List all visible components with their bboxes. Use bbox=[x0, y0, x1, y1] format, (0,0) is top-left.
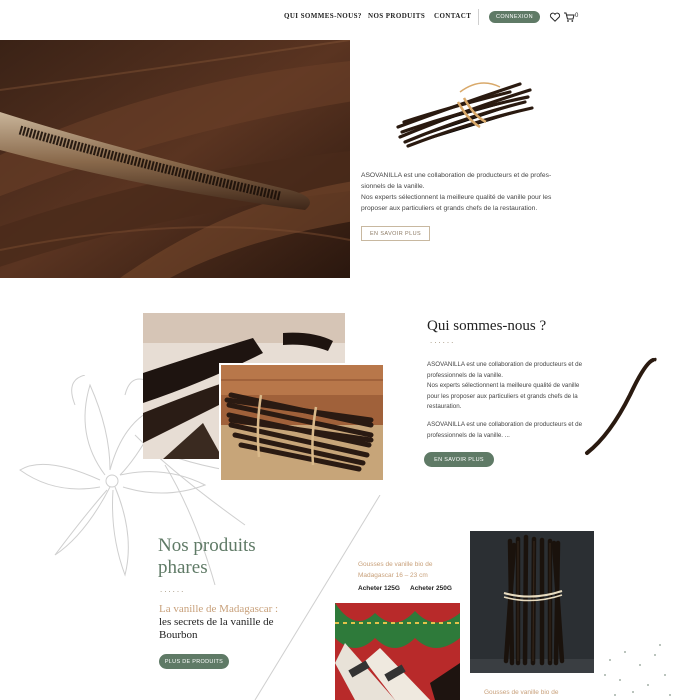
cart-count: 0 bbox=[575, 13, 579, 19]
hero-vanilla-closeup-image bbox=[0, 40, 350, 278]
buy-125g-link[interactable]: Acheter 125G bbox=[358, 585, 400, 592]
about-paragraph-1: ASOVANILLA est une collaboration de prod… bbox=[427, 361, 583, 379]
buy-250g-link[interactable]: Acheter 250G bbox=[410, 585, 452, 592]
product-card-1-name[interactable]: Gousses de vanille bio de Madagascar 16 … bbox=[358, 559, 463, 581]
heart-icon[interactable] bbox=[549, 11, 561, 23]
about-dots-divider: ...... bbox=[430, 336, 456, 345]
cart-icon[interactable] bbox=[563, 11, 575, 23]
top-nav: QUI SOMMES-NOUS? NOS PRODUITS CONTACT CO… bbox=[0, 0, 700, 36]
hero-learn-more-button[interactable]: EN SAVOIR PLUS bbox=[361, 226, 430, 241]
connexion-button[interactable]: CONNEXION bbox=[489, 11, 540, 23]
about-vanilla-bundle-image bbox=[219, 363, 383, 480]
products-subtitle: les secrets de la vanille de Bourbon bbox=[159, 616, 274, 641]
nav-link-contact[interactable]: CONTACT bbox=[434, 12, 471, 20]
nav-divider bbox=[478, 9, 479, 25]
product-1-image[interactable] bbox=[335, 603, 460, 700]
single-vanilla-pod-image bbox=[585, 357, 657, 455]
hero-description: ASOVANILLA est une collaboration de prod… bbox=[361, 170, 566, 214]
nav-link-produits[interactable]: NOS PRODUITS bbox=[368, 12, 425, 20]
product-card-2-name[interactable]: Gousses de vanille bio de bbox=[484, 689, 558, 696]
more-products-button[interactable]: PLUS DE PRODUITS bbox=[159, 654, 229, 669]
products-title: Nos produits phares bbox=[158, 535, 256, 578]
hero-text-line1: ASOVANILLA est une collaboration de prod… bbox=[361, 172, 552, 190]
products-subtitle-accent: La vanille de Madagascar : bbox=[159, 603, 279, 615]
hero-text-line2: Nos experts sélectionnent la meilleure q… bbox=[361, 194, 552, 212]
about-paragraph-2: Nos experts sélectionnent la meilleure q… bbox=[427, 382, 580, 410]
vanilla-bundle-image bbox=[396, 82, 534, 148]
product-2-image[interactable] bbox=[470, 531, 594, 673]
products-dots-divider: ...... bbox=[160, 585, 186, 594]
about-learn-more-button[interactable]: EN SAVOIR PLUS bbox=[424, 452, 494, 467]
about-paragraph-3: ASOVANILLA est une collaboration de prod… bbox=[427, 421, 583, 439]
sparkle-decoration bbox=[604, 644, 671, 696]
about-title: Qui sommes-nous ? bbox=[427, 318, 547, 334]
nav-link-qui-sommes-nous[interactable]: QUI SOMMES-NOUS? bbox=[284, 12, 362, 20]
